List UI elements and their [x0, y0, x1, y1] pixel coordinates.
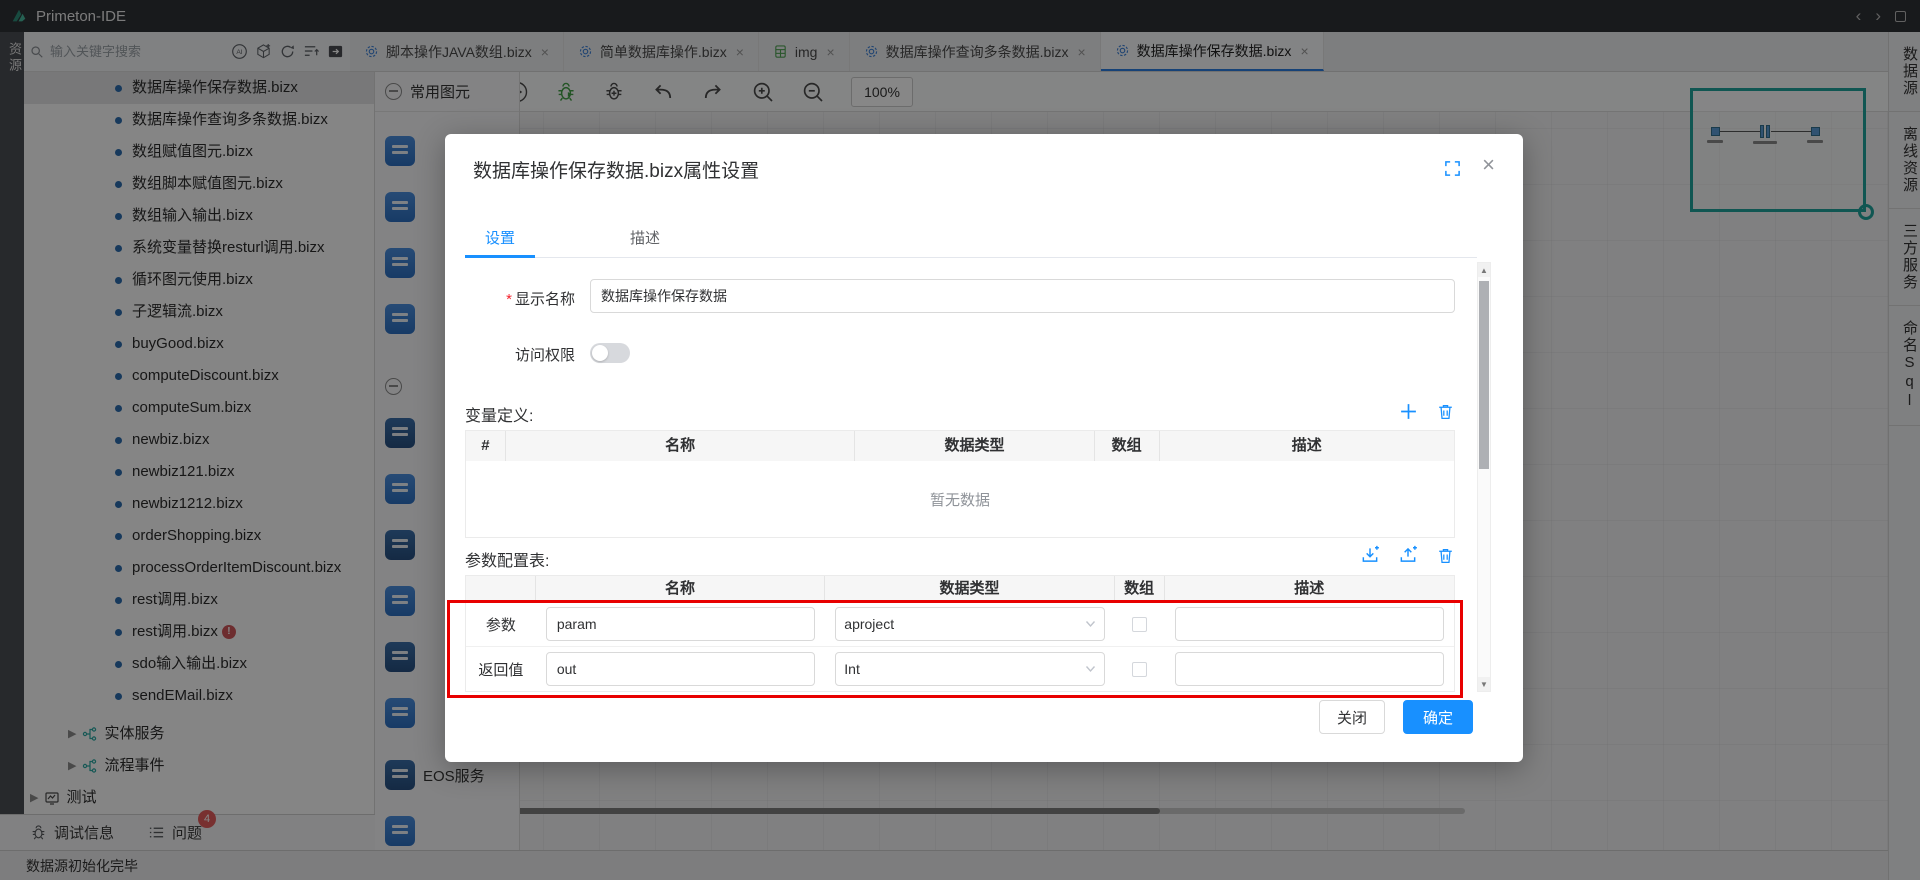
- column-header: 数据类型: [855, 431, 1095, 461]
- param-type-label: 返回值: [466, 647, 536, 691]
- scroll-down-icon[interactable]: ▼: [1478, 677, 1490, 691]
- tab-settings[interactable]: 设置: [465, 222, 535, 258]
- variables-section-label: 变量定义:: [465, 402, 533, 426]
- param-row-return: 返回值 Int: [466, 646, 1454, 691]
- tab-description[interactable]: 描述: [610, 222, 680, 258]
- param-description-input[interactable]: [1175, 652, 1444, 686]
- chevron-down-icon: [1085, 665, 1096, 673]
- param-datatype-select[interactable]: aproject: [835, 607, 1104, 641]
- column-header: 描述: [1160, 431, 1454, 461]
- column-header: 描述: [1165, 576, 1454, 601]
- ide-screen: Primeton-IDE ‹ › 资源 AI 脚本操作JAVA数组.bizx ×: [0, 0, 1920, 880]
- display-name-label: *显示名称: [465, 288, 575, 309]
- required-mark: *: [506, 291, 512, 308]
- param-datatype-select[interactable]: Int: [835, 652, 1104, 686]
- column-header: #: [466, 431, 506, 461]
- delete-variable-icon[interactable]: [1436, 402, 1455, 421]
- dialog-title: 数据库操作保存数据.bizx属性设置: [473, 156, 759, 183]
- params-table: 名称 数据类型 数组 描述 参数 aproject 返回值: [465, 575, 1455, 692]
- variables-table: # 名称 数据类型 数组 描述 暂无数据: [465, 430, 1455, 538]
- chevron-down-icon: [1085, 620, 1096, 628]
- dialog-scrollbar[interactable]: ▲ ▼: [1477, 262, 1491, 692]
- param-array-checkbox[interactable]: [1132, 662, 1147, 677]
- param-type-label: 参数: [466, 602, 536, 646]
- column-header: [466, 576, 536, 601]
- param-array-checkbox[interactable]: [1132, 617, 1147, 632]
- toggle-knob: [592, 345, 608, 361]
- scrollbar-thumb[interactable]: [1479, 281, 1489, 469]
- access-permission-toggle[interactable]: [590, 343, 630, 363]
- access-permission-label: 访问权限: [465, 344, 575, 365]
- close-dialog-icon[interactable]: ×: [1482, 152, 1495, 178]
- confirm-button[interactable]: 确定: [1403, 700, 1473, 734]
- param-row-input: 参数 aproject: [466, 601, 1454, 646]
- delete-params-icon[interactable]: [1436, 546, 1455, 565]
- param-name-input[interactable]: [546, 607, 815, 641]
- column-header: 名称: [506, 431, 855, 461]
- params-section-label: 参数配置表:: [465, 547, 549, 571]
- export-params-icon[interactable]: [1398, 545, 1418, 565]
- dialog-tabs: 设置 描述: [465, 222, 1477, 258]
- param-description-input[interactable]: [1175, 607, 1444, 641]
- column-header: 名称: [536, 576, 825, 601]
- properties-dialog: 数据库操作保存数据.bizx属性设置 × 设置 描述 *显示名称 访问权限 变量…: [445, 134, 1523, 762]
- import-params-icon[interactable]: [1360, 545, 1380, 565]
- empty-state-text: 暂无数据: [466, 461, 1454, 537]
- column-header: 数组: [1115, 576, 1165, 601]
- add-variable-icon[interactable]: [1399, 402, 1418, 421]
- scroll-up-icon[interactable]: ▲: [1478, 263, 1490, 277]
- maximize-dialog-icon[interactable]: [1444, 160, 1461, 177]
- display-name-input[interactable]: [590, 279, 1455, 313]
- column-header: 数组: [1095, 431, 1160, 461]
- column-header: 数据类型: [825, 576, 1114, 601]
- param-name-input[interactable]: [546, 652, 815, 686]
- close-button[interactable]: 关闭: [1319, 700, 1385, 734]
